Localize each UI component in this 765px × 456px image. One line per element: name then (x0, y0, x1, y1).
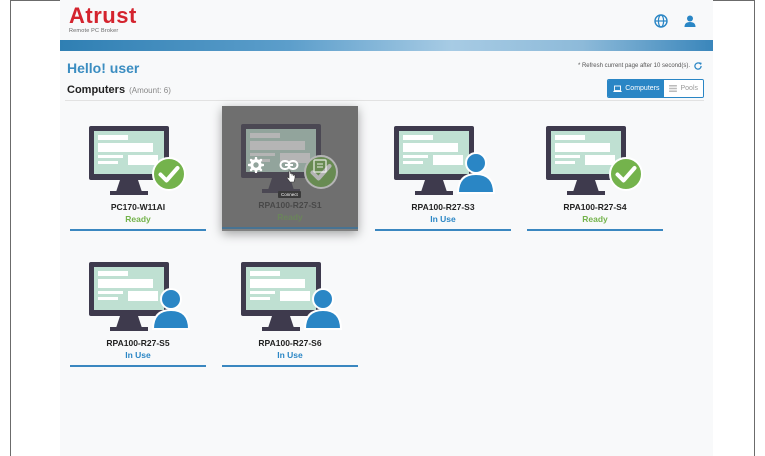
user-icon[interactable] (682, 13, 698, 29)
greeting-text: Hello! user (67, 60, 140, 76)
header-banner (60, 40, 713, 51)
ready-check-icon (152, 157, 186, 191)
laptop-icon (613, 85, 622, 92)
top-header: Atrust Remote PC Broker (60, 0, 713, 40)
section-title-text: Computers (67, 84, 126, 96)
computers-view-button[interactable]: Computers (608, 80, 665, 97)
card-underline (375, 229, 511, 231)
pools-grid-icon (669, 85, 678, 92)
connect-tooltip: Connect (278, 191, 301, 198)
pools-view-button[interactable]: Pools (664, 80, 703, 97)
section-title: Computers (Amount: 6) (67, 84, 171, 96)
window-frame-right (754, 0, 755, 456)
user-in-use-icon (304, 288, 342, 330)
view-toggle: Computers Pools (607, 79, 704, 98)
user-in-use-icon (152, 288, 190, 330)
ready-check-icon (609, 157, 643, 191)
computer-name: RPA100-R27-S5 (106, 338, 170, 348)
card-underline (70, 365, 206, 367)
main-content: Atrust Remote PC Broker Hello! user * Re… (60, 0, 713, 456)
computer-status: Ready (125, 214, 151, 224)
section-divider (65, 100, 704, 101)
computer-card[interactable]: PC170-W11AI Ready (70, 108, 206, 233)
computer-name: PC170-W11AI (110, 202, 166, 212)
computers-view-label: Computers (625, 85, 660, 92)
logo-wordmark: Atrust (69, 3, 137, 28)
computer-name: RPA100-R27-S3 (411, 202, 475, 212)
card-underline (222, 365, 358, 367)
computer-status: Ready (582, 214, 608, 224)
details-panel-icon[interactable] (312, 158, 328, 174)
computer-name: RPA100-R27-S4 (563, 202, 627, 212)
computer-card-hovered[interactable]: RPA100-R27-S1 Ready Connect (222, 106, 358, 231)
computer-status: In Use (277, 350, 303, 360)
computer-amount: (Amount: 6) (129, 86, 171, 95)
logo-subtitle: Remote PC Broker (69, 28, 119, 34)
card-underline (527, 229, 663, 231)
refresh-text: * Refresh current page after 10 second(s… (577, 63, 690, 69)
mouse-pointer-icon (286, 170, 296, 183)
atrust-logo[interactable]: Atrust Remote PC Broker (69, 3, 137, 35)
computer-status: In Use (125, 350, 151, 360)
pools-view-label: Pools (680, 85, 698, 92)
refresh-notice: * Refresh current page after 10 second(s… (578, 61, 703, 71)
user-in-use-icon (457, 152, 495, 194)
computer-name: RPA100-R27-S6 (258, 338, 322, 348)
refresh-icon[interactable] (693, 61, 703, 71)
computer-status: In Use (430, 214, 456, 224)
computer-card[interactable]: RPA100-R27-S6 In Use (222, 244, 358, 369)
computer-card[interactable]: RPA100-R27-S4 Ready (527, 108, 663, 233)
computer-grid: PC170-W11AI Ready RPA100-R27-S1 Ready Co… (70, 106, 690, 378)
globe-icon[interactable] (653, 13, 669, 29)
card-underline (70, 229, 206, 231)
window-frame-left (10, 0, 11, 456)
computer-card[interactable]: RPA100-R27-S5 In Use (70, 244, 206, 369)
computer-card[interactable]: RPA100-R27-S3 In Use (375, 108, 511, 233)
gear-icon[interactable] (248, 157, 264, 173)
